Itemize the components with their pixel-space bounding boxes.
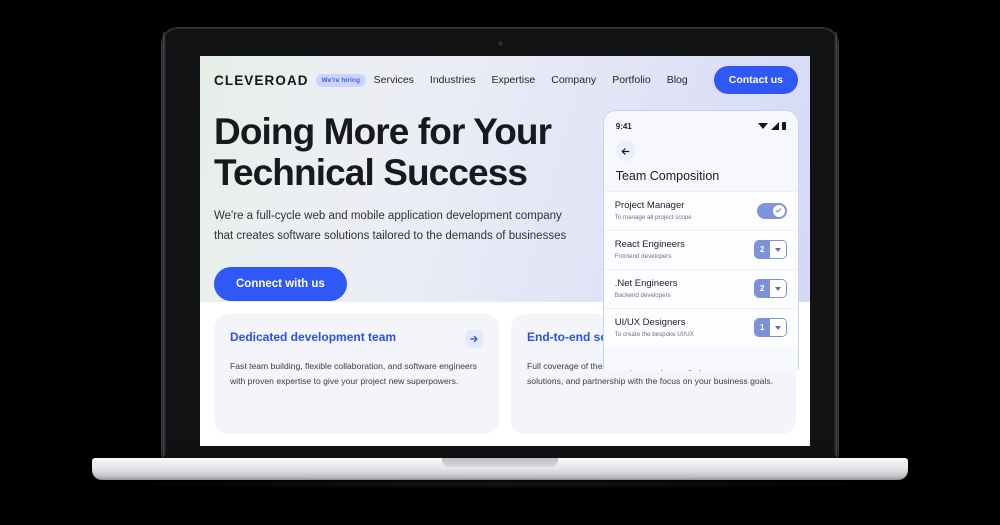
laptop-screen: CLEVEROAD We're hiring Services Industri… [200, 56, 810, 446]
screenshot-stage: CLEVEROAD We're hiring Services Industri… [0, 0, 1000, 525]
uiux-designers-stepper[interactable]: 1 [753, 318, 787, 338]
nav-item-blog[interactable]: Blog [667, 74, 688, 86]
hero-title-line-1: Doing More for Your [214, 111, 552, 152]
status-time: 9:41 [615, 121, 632, 131]
phone-mockup: 9:41 Team Composition Project Manager To… [602, 110, 799, 370]
battery-icon [781, 122, 786, 130]
team-row-text: .Net Engineers Backend developers [615, 278, 754, 300]
team-row-text: React Engineers Frontend developers [615, 239, 754, 261]
team-row-title: Project Manager [614, 200, 685, 211]
laptop-lid: CLEVEROAD We're hiring Services Industri… [162, 28, 838, 460]
phone-mockup-wrapper: 9:41 Team Composition Project Manager To… [602, 104, 799, 370]
team-row-title: React Engineers [614, 238, 685, 250]
webcam-icon [497, 41, 503, 46]
team-row-net-engineers[interactable]: .Net Engineers Backend developers 2 [603, 268, 798, 308]
nav-item-company[interactable]: Company [551, 74, 596, 86]
back-arrow-icon[interactable] [615, 141, 636, 161]
team-row-react-engineers[interactable]: React Engineers Frontend developers 2 [603, 229, 798, 269]
team-row-text: Project Manager To manage all project sc… [615, 200, 757, 222]
main-navigation: Services Industries Expertise Company Po… [374, 66, 798, 94]
contact-us-button[interactable]: Contact us [713, 66, 798, 94]
toggle-knob [772, 204, 785, 217]
hero-subtitle: We're a full-cycle web and mobile applic… [214, 207, 586, 247]
chevron-down-icon[interactable] [769, 241, 786, 259]
nav-item-industries[interactable]: Industries [430, 74, 476, 86]
react-engineers-stepper[interactable]: 2 [753, 240, 787, 260]
team-row-subtitle: Frontend developers [614, 252, 672, 260]
wifi-icon [757, 123, 768, 129]
laptop-right-edge [834, 32, 837, 456]
team-row-uiux-designers[interactable]: UI/UX Designers To create the bespoke UI… [603, 307, 798, 347]
team-row-subtitle: To manage all project scope [614, 213, 692, 221]
laptop-base-notch [442, 458, 558, 467]
brand-logo[interactable]: CLEVEROAD [214, 73, 309, 88]
status-icons [757, 122, 786, 130]
hero-subtitle-line-1: We're a full-cycle web and mobile applic… [214, 210, 562, 223]
hero-body: Doing More for Your Technical Success We… [200, 104, 810, 370]
connect-with-us-button[interactable]: Connect with us [214, 266, 347, 301]
phone-screen-title: Team Composition [615, 169, 720, 183]
arrow-right-icon[interactable] [465, 330, 483, 348]
team-row-title: .Net Engineers [614, 277, 678, 289]
feature-card-dedicated-team[interactable]: Dedicated development team Fast team bui… [214, 314, 499, 434]
laptop-base [92, 458, 908, 480]
nav-item-services[interactable]: Services [374, 74, 414, 86]
nav-item-expertise[interactable]: Expertise [491, 74, 535, 86]
stepper-value: 1 [754, 319, 770, 337]
stepper-value: 2 [754, 280, 770, 298]
team-row-title: UI/UX Designers [614, 316, 686, 328]
nav-item-portfolio[interactable]: Portfolio [612, 74, 651, 86]
stepper-value: 2 [754, 241, 770, 259]
feature-card-head: Dedicated development team [230, 330, 483, 348]
chevron-down-icon[interactable] [769, 319, 786, 337]
net-engineers-stepper[interactable]: 2 [753, 279, 787, 299]
laptop-left-edge [163, 32, 166, 456]
hero-title: Doing More for Your Technical Success [214, 111, 597, 193]
team-composition-list: Project Manager To manage all project sc… [603, 191, 798, 347]
hero-copy: Doing More for Your Technical Success We… [214, 104, 597, 301]
laptop-base-shadow [100, 479, 900, 489]
hero-title-line-2: Technical Success [214, 151, 528, 193]
feature-card-body: Fast team building, flexible collaborati… [230, 361, 477, 387]
project-manager-toggle[interactable] [756, 202, 787, 219]
hiring-badge[interactable]: We're hiring [315, 73, 367, 87]
phone-status-bar: 9:41 [604, 111, 798, 136]
team-row-text: UI/UX Designers To create the bespoke UI… [615, 317, 754, 339]
hero-section: CLEVEROAD We're hiring Services Industri… [200, 56, 810, 370]
chevron-down-icon[interactable] [769, 280, 786, 298]
team-row-subtitle: To create the bespoke UI/UX [614, 330, 694, 338]
team-row-project-manager[interactable]: Project Manager To manage all project sc… [603, 191, 798, 230]
site-header: CLEVEROAD We're hiring Services Industri… [200, 56, 810, 104]
hero-subtitle-line-2: that creates software solutions tailored… [214, 230, 567, 243]
team-row-subtitle: Backend developers [614, 291, 671, 299]
signal-icon [770, 122, 779, 130]
feature-card-title: Dedicated development team [230, 330, 397, 344]
phone-back-row [604, 136, 798, 163]
